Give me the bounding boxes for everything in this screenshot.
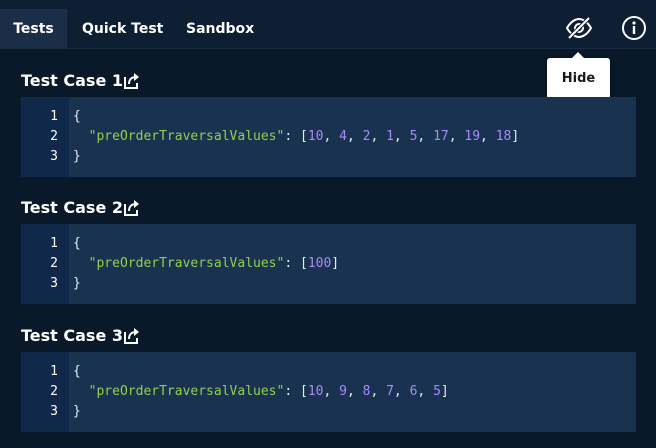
top-nav-bar: Tests Quick Test Sandbox <box>0 0 656 49</box>
code-line: } <box>73 149 81 164</box>
line-number: 3 <box>50 404 58 419</box>
code-block[interactable]: 1 2 3 { "preOrderTraversalValues": [100]… <box>21 224 636 304</box>
share-icon[interactable] <box>123 72 141 90</box>
tab-sandbox[interactable]: Sandbox <box>186 9 254 49</box>
json-punctuation: , <box>448 129 465 144</box>
tab-quick-test[interactable]: Quick Test <box>82 9 163 49</box>
json-punctuation: , <box>417 384 434 399</box>
line-gutter: 1 2 3 <box>21 97 69 177</box>
code-block[interactable]: 1 2 3 { "preOrderTraversalValues": [10, … <box>21 97 636 177</box>
json-punctuation: , <box>393 129 410 144</box>
line-number: 2 <box>50 384 58 399</box>
json-number: 10 <box>307 384 324 399</box>
json-punctuation: , <box>370 129 387 144</box>
json-number: 1 <box>386 129 394 144</box>
test-case-2: Test Case 2 1 2 3 { "preOrderTraversalVa… <box>21 197 636 304</box>
json-key: "preOrderTraversalValues" <box>88 256 285 271</box>
line-number: 1 <box>50 364 58 379</box>
info-icon[interactable] <box>621 15 647 41</box>
json-number: 5 <box>433 384 441 399</box>
line-number: 3 <box>50 276 58 291</box>
json-key: "preOrderTraversalValues" <box>88 384 285 399</box>
json-number: 17 <box>433 129 449 144</box>
json-number: 4 <box>339 129 347 144</box>
test-case-title: Test Case 3 <box>21 326 123 345</box>
json-punctuation: , <box>323 129 340 144</box>
code-line: } <box>73 404 81 419</box>
json-punctuation: , <box>393 384 410 399</box>
json-punctuation: , <box>480 129 496 144</box>
json-number: 9 <box>339 384 347 399</box>
json-punctuation: ] <box>440 384 449 399</box>
code-line: "preOrderTraversalValues": [100] <box>73 254 339 274</box>
json-punctuation: ] <box>331 256 340 271</box>
json-punctuation: ] <box>511 129 520 144</box>
json-number: 7 <box>386 384 394 399</box>
test-case-header: Test Case 1 <box>21 70 636 92</box>
code-line: { <box>73 109 81 124</box>
code-line: "preOrderTraversalValues": [10, 9, 8, 7,… <box>73 382 449 402</box>
line-number: 3 <box>50 149 58 164</box>
json-number: 19 <box>464 129 481 144</box>
json-punctuation: : [ <box>284 256 308 271</box>
json-number: 10 <box>307 129 324 144</box>
json-punctuation: : [ <box>284 384 308 399</box>
code-block[interactable]: 1 2 3 { "preOrderTraversalValues": [10, … <box>21 352 636 432</box>
line-number: 1 <box>50 236 58 251</box>
share-icon[interactable] <box>123 327 141 345</box>
test-case-header: Test Case 3 <box>21 325 636 347</box>
line-gutter: 1 2 3 <box>21 352 69 432</box>
test-case-title: Test Case 1 <box>21 71 123 90</box>
json-number: 100 <box>307 256 332 271</box>
json-punctuation: , <box>323 384 340 399</box>
line-number: 2 <box>50 129 58 144</box>
json-punctuation: , <box>370 384 387 399</box>
code-line: "preOrderTraversalValues": [10, 4, 2, 1,… <box>73 127 520 147</box>
json-punctuation: : [ <box>284 129 308 144</box>
line-gutter: 1 2 3 <box>21 224 69 304</box>
code-line: } <box>73 276 81 291</box>
test-case-header: Test Case 2 <box>21 197 636 219</box>
json-punctuation: , <box>346 384 363 399</box>
test-case-title: Test Case 2 <box>21 198 123 217</box>
json-number: 18 <box>495 129 512 144</box>
json-punctuation: , <box>346 129 363 144</box>
line-number: 2 <box>50 256 58 271</box>
test-case-1: Test Case 1 1 2 3 { "preOrderTraversalVa… <box>21 70 636 177</box>
test-case-3: Test Case 3 1 2 3 { "preOrderTraversalVa… <box>21 325 636 432</box>
json-punctuation: , <box>417 129 434 144</box>
json-key: "preOrderTraversalValues" <box>88 129 285 144</box>
code-line: { <box>73 364 81 379</box>
tab-tests[interactable]: Tests <box>0 9 67 49</box>
eye-off-icon[interactable] <box>564 15 594 41</box>
line-number: 1 <box>50 109 58 124</box>
share-icon[interactable] <box>123 199 141 217</box>
code-line: { <box>73 236 81 251</box>
